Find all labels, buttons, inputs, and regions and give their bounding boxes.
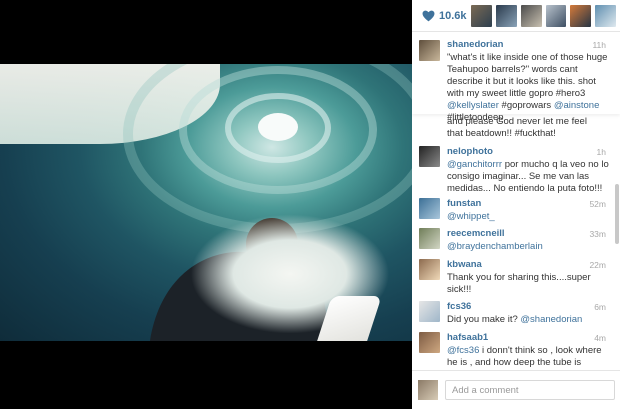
comment-username[interactable]: reecemcneill [447,228,505,239]
comment-username[interactable]: fcs36 [447,301,471,312]
comment-input[interactable] [445,380,615,400]
liker-avatar[interactable] [471,4,492,27]
comment-text: Thank you for sharing this....super sick… [447,272,612,296]
comment-time: 1h [596,147,606,157]
comment-avatar[interactable] [419,332,440,353]
comment-avatar[interactable] [419,259,440,280]
likes-count: 10.6k [439,9,467,22]
like-button[interactable]: 10.6k [422,10,471,22]
caption-time: 11h [592,40,606,50]
liker-avatar[interactable] [595,4,616,27]
caption-text-part: #goprowars [498,100,554,111]
comment-time: 52m [589,199,606,209]
liker-avatar[interactable] [495,4,517,27]
heart-icon [422,10,435,21]
caption-text-part: #littletoodeep [447,112,504,123]
current-user-avatar [418,380,438,400]
comment-time: 6m [594,302,606,312]
comment-time: 4m [594,333,606,343]
comment-text: @ganchitorrr por mucho q la veo no lo co… [447,159,612,195]
liker-avatar[interactable] [545,4,567,27]
comment-username[interactable]: nelophoto [447,146,493,157]
liker-avatar[interactable] [520,4,542,27]
post-photo[interactable] [0,64,412,341]
caption-text-part: "what's it like inside one of those huge… [447,52,608,99]
comment-text: Did you make it? @shanedorian [447,314,612,326]
comment-text: @fcs36 i donn't think so , look where he… [447,345,612,369]
caption: shanedorian 11h "what's it like inside o… [412,34,620,123]
comment-username[interactable]: hafsaab1 [447,332,488,343]
comment-time: 22m [589,260,606,270]
comment-avatar[interactable] [419,301,440,322]
comment-avatar[interactable] [419,198,440,219]
caption-username[interactable]: shanedorian [447,39,504,50]
comment-text: @whippet_ [447,211,612,223]
comment-mention[interactable]: @fcs36 [447,345,479,356]
caption-avatar[interactable] [419,40,440,61]
comment-mention[interactable]: @whippet_ [447,211,495,222]
comment-composer [412,370,620,409]
comment-time: 33m [589,229,606,239]
comments-scrollbar[interactable] [615,184,619,244]
comment-mention[interactable]: @ganchitorrr [447,159,502,170]
comment-line: that beatdown!! #fuckthat! [447,128,556,139]
liker-avatar[interactable] [570,4,592,27]
comment-mention[interactable]: @shanedorian [520,314,582,325]
comment-body: Thank you for sharing this....super sick… [447,272,591,295]
photo-pane [0,0,412,408]
comment-username[interactable]: funstan [447,198,481,209]
caption-mention[interactable]: @ainstone [554,100,600,111]
comment-text: @braydenchamberlain [447,241,612,253]
comment-mention[interactable]: @braydenchamberlain [447,241,543,252]
comments-list: shanedorian 11h "what's it like inside o… [412,34,620,370]
likes-bar: 10.6k [412,0,620,32]
comment-avatar[interactable] [419,146,440,167]
comment-body: Did you make it? [447,314,521,325]
comment-avatar[interactable] [419,228,440,249]
caption-text: "what's it like inside one of those huge… [447,52,612,124]
comment-username[interactable]: kbwana [447,259,482,270]
caption-mention[interactable]: @kellyslater [447,100,499,111]
sidebar: 10.6k shanedorian 11h "what's it like in… [412,0,620,409]
